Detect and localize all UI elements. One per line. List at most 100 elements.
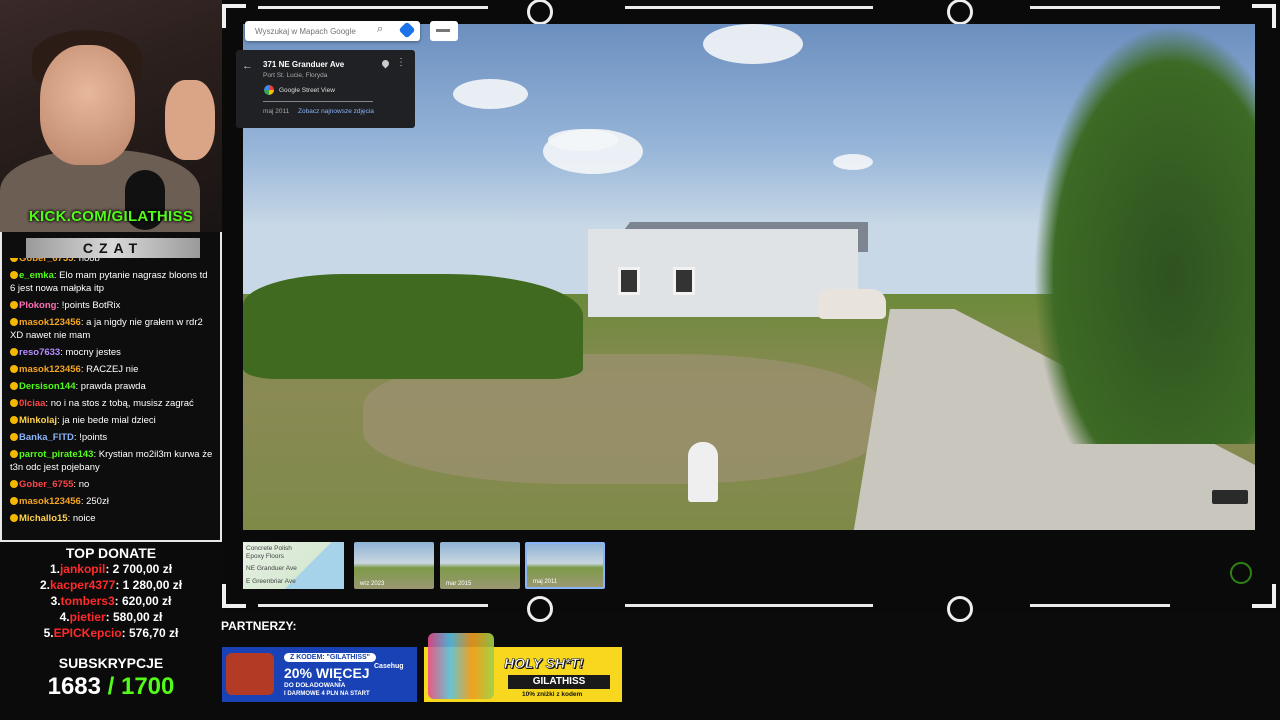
address-title: 371 NE Granduer Ave <box>263 60 345 69</box>
holy-title: HOLY SH*T! <box>504 655 584 672</box>
badge-icon <box>10 514 18 522</box>
chat-text: noice <box>72 513 96 524</box>
chat-text: 250zł <box>86 496 109 507</box>
house-window <box>673 267 695 295</box>
badge-icon <box>10 382 18 390</box>
card-divider <box>263 101 373 102</box>
kick-url: KICK.COM/GILATHISS <box>28 208 194 225</box>
history-date: wrz 2023 <box>360 581 385 587</box>
frame-corner <box>1252 584 1276 608</box>
chat-username[interactable]: Banka_FITD <box>19 432 74 443</box>
badge-icon <box>10 271 18 279</box>
chat-username[interactable]: Gober_6755 <box>19 479 73 490</box>
casehug-line2: I DARMOWE 4 PLN NA START <box>284 691 370 697</box>
casehug-banner[interactable]: Z KODEM: "GILATHISS" Casehug 20% WIĘCEJ … <box>222 647 417 702</box>
chat-text: prawda prawda <box>80 381 146 392</box>
directions-icon[interactable] <box>398 21 416 39</box>
top-donate-title: TOP DONATE <box>65 545 157 561</box>
pin-icon[interactable] <box>380 58 391 69</box>
chat-text: RACZEJ nie <box>86 364 139 375</box>
donate-row: 4.pietier: 580,00 zł <box>0 609 222 625</box>
hedge <box>243 274 583 379</box>
holy-code: GILATHISS <box>508 675 610 689</box>
maps-search-box[interactable]: ⌕ <box>245 21 420 41</box>
brand-logo-icon <box>947 596 973 622</box>
chat-username[interactable]: Plokong <box>19 300 56 311</box>
back-arrow-icon[interactable]: ← <box>242 60 253 72</box>
chat-username[interactable]: parrot_pirate143 <box>19 449 93 460</box>
map-label: Concrete Polish <box>246 545 292 552</box>
brand-logo-icon <box>527 0 553 25</box>
donate-row: 5.EPICKepcio: 576,70 zł <box>0 625 222 641</box>
donate-name: pietier <box>69 610 106 624</box>
badge-icon <box>10 416 18 424</box>
chat-message: e_emka: Elo mam pytanie nagrasz bloons t… <box>10 270 208 294</box>
cloud <box>833 154 873 170</box>
frame-line <box>625 6 873 9</box>
house-window <box>618 267 640 295</box>
chat-text: no i na stos z tobą, musisz zagrać <box>50 398 194 409</box>
frame-corner <box>1252 4 1276 28</box>
chat-username[interactable]: masok123456 <box>19 364 81 375</box>
street-view-brand: Google Street View <box>279 87 335 94</box>
subs-title: SUBSKRYPCJE <box>58 655 164 671</box>
chat-username[interactable]: reso7633 <box>19 347 60 358</box>
history-thumbnail[interactable]: wrz 2023 <box>354 542 434 589</box>
cloud <box>548 129 618 151</box>
holy-sub: 10% zniżki z kodem <box>522 691 583 698</box>
chat-username[interactable]: Dersison144 <box>19 381 76 392</box>
map-label: E Greenbriar Ave <box>246 578 296 585</box>
trees <box>1033 24 1255 444</box>
search-icon[interactable]: ⌕ <box>377 23 383 36</box>
chat-messages: Gober_6755: noob e_emka: Elo mam pytanie … <box>10 258 215 536</box>
chat-username[interactable]: masok123456 <box>19 496 81 507</box>
subs-current: 1683 <box>47 673 101 700</box>
chat-text: no <box>78 479 90 490</box>
watermark-icon <box>1230 562 1252 584</box>
latest-images-link[interactable]: Zobacz najnowsze zdjęcia <box>298 108 374 115</box>
maps-search-input[interactable] <box>255 24 375 38</box>
holy-banner[interactable]: HOLY SH*T! GILATHISS 10% zniżki z kodem <box>424 633 622 702</box>
chat-username[interactable]: e_emka <box>19 270 54 281</box>
layers-icon[interactable] <box>1212 490 1248 504</box>
chat-text: noob <box>78 258 100 264</box>
chat-message: Dersison144: prawda prawda <box>10 380 215 393</box>
map-label: NE Granduer Ave <box>246 565 297 572</box>
badge-icon <box>10 480 18 488</box>
badge-icon <box>10 399 18 407</box>
chat-username[interactable]: masok123456 <box>19 317 81 328</box>
history-date: mar 2015 <box>446 581 472 587</box>
history-thumbnail-active[interactable]: maj 2011 <box>525 542 605 589</box>
donate-rank: 4. <box>59 610 70 624</box>
more-vert-icon[interactable]: ⋮ <box>396 57 406 68</box>
donate-rank: 5. <box>43 626 54 640</box>
chat-text: ja nie bede mial dzieci <box>62 415 156 426</box>
donate-rank: 2. <box>39 578 50 592</box>
donate-rank: 1. <box>49 562 60 576</box>
history-date: maj 2011 <box>533 579 558 585</box>
donate-name: tombers3 <box>60 594 115 608</box>
donate-amount: : 2 700,00 zł <box>105 562 173 576</box>
donate-amount: : 580,00 zł <box>105 610 163 624</box>
chat-message: Gober_6755: no <box>10 478 215 491</box>
chat-username[interactable]: Minkolaj <box>19 415 57 426</box>
minimap[interactable]: Concrete Polish Epoxy Floors NE Granduer… <box>243 542 344 589</box>
donate-row: 3.tombers3: 620,00 zł <box>0 593 222 609</box>
chat-username[interactable]: Michallo15 <box>19 513 68 524</box>
address-city: Port St. Lucie, Floryda <box>263 72 328 79</box>
donate-list: 1.jankopil: 2 700,00 zł 2.kacper4377: 1 2… <box>0 561 222 641</box>
history-thumbnail[interactable]: mar 2015 <box>440 542 520 589</box>
casehug-brand: Casehug <box>374 663 404 670</box>
donate-name: kacper4377 <box>49 578 116 592</box>
chat-title: CZAT <box>26 238 200 258</box>
chat-message: masok123456: 250zł <box>10 495 215 508</box>
menu-icon <box>436 29 450 32</box>
chat-username[interactable]: 0lciaa <box>19 398 45 409</box>
cloud <box>453 79 528 109</box>
frame-line <box>1030 6 1220 9</box>
chat-text: !points BotRix <box>61 300 121 311</box>
chat-text: !points <box>79 432 108 443</box>
chat-username[interactable]: Gober_6755 <box>19 258 73 264</box>
menu-button[interactable] <box>430 21 458 41</box>
frame-line <box>625 604 873 607</box>
